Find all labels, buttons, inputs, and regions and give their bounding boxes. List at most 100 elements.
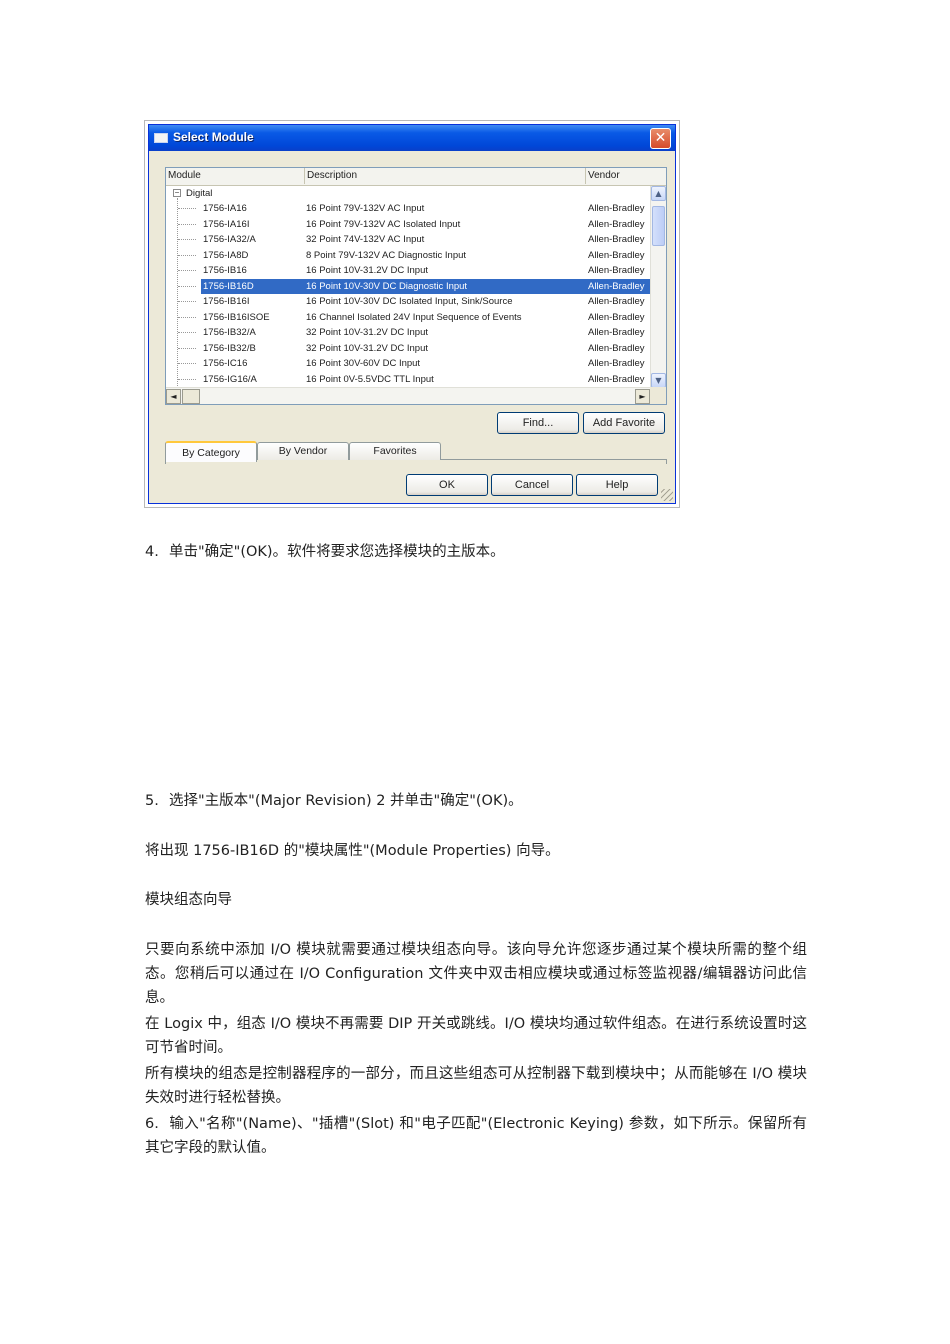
group-label: Digital bbox=[186, 188, 213, 199]
title-bar[interactable]: Select Module ✕ bbox=[149, 125, 675, 151]
module-description: 16 Point 0V-5.5VDC TTL Input bbox=[306, 373, 434, 385]
step-5: 5. 选择"主版本"(Major Revision) 2 并单击"确定"(OK)。 bbox=[145, 789, 807, 813]
module-row[interactable]: 1756-IA16 16 Point 79V-132V AC Input Allen… bbox=[166, 201, 650, 217]
module-name: 1756-IA16 bbox=[203, 203, 247, 214]
module-description: 16 Point 10V-30V DC Diagnostic Input bbox=[306, 280, 468, 292]
module-vendor: Allen-Bradley bbox=[588, 280, 645, 292]
dialog-title: Select Module bbox=[173, 130, 254, 144]
module-row[interactable]: 1756-IB32/A 32 Point 10V-31.2V DC Input Al… bbox=[166, 325, 650, 341]
tree-branch bbox=[178, 316, 196, 318]
module-row[interactable]: 1756-IB16D 16 Point 10V-30V DC Diagnostic… bbox=[166, 278, 650, 295]
find-button[interactable]: Find... bbox=[497, 412, 579, 434]
module-name: 1756-IB16I bbox=[203, 296, 250, 307]
module-description: 16 Point 79V-132V AC Input bbox=[306, 203, 425, 214]
module-vendor: Allen-Bradley bbox=[588, 203, 645, 214]
group-digital[interactable]: − Digital bbox=[166, 186, 650, 201]
module-vendor: Allen-Bradley bbox=[588, 265, 645, 276]
module-name: 1756-IA8D bbox=[203, 249, 249, 261]
collapse-icon[interactable]: − bbox=[173, 189, 181, 197]
screenshot-frame: Select Module ✕ Module Description Vendo… bbox=[144, 120, 680, 508]
module-row[interactable]: 1756-IB16 16 Point 10V-31.2V DC Input Alle… bbox=[166, 263, 650, 279]
module-vendor: Allen-Bradley bbox=[588, 373, 645, 385]
step-6: 6. 输入"名称"(Name)、"插槽"(Slot) 和"电子匹配"(Electr… bbox=[145, 1112, 807, 1160]
tree-branch bbox=[178, 208, 196, 209]
tab-by-category[interactable]: By Category bbox=[165, 441, 257, 462]
module-name: 1756-IG16/A bbox=[203, 373, 257, 385]
module-description: 16 Point 10V-31.2V DC Input bbox=[306, 265, 428, 276]
cancel-button[interactable]: Cancel bbox=[491, 474, 573, 496]
horizontal-scroll-thumb[interactable] bbox=[182, 389, 200, 404]
scroll-corner bbox=[650, 387, 666, 404]
module-list[interactable]: Module Description Vendor − Digital 1756… bbox=[165, 167, 667, 405]
module-vendor: Allen-Bradley bbox=[588, 327, 645, 338]
close-icon[interactable]: ✕ bbox=[650, 128, 671, 149]
step-text: 输入"名称"(Name)、"插槽"(Slot) 和"电子匹配"(Electron… bbox=[145, 1116, 807, 1156]
module-row[interactable]: 1756-IB32/B 32 Point 10V-31.2V DC Input Al… bbox=[166, 341, 650, 357]
step-number: 6. bbox=[145, 1116, 159, 1132]
scroll-thumb[interactable] bbox=[652, 206, 665, 246]
paragraph-2: 在 Logix 中，组态 I/O 模块不再需要 DIP 开关或跳线。I/O 模块… bbox=[145, 1016, 807, 1056]
module-name: 1756-IA32/A bbox=[203, 234, 256, 245]
module-description: 32 Point 74V-132V AC Input bbox=[306, 234, 425, 245]
tree-branch bbox=[178, 270, 196, 271]
tree-branch bbox=[178, 378, 196, 380]
resize-grip-icon[interactable] bbox=[661, 489, 673, 501]
module-name: 1756-IB16D bbox=[203, 280, 254, 292]
module-vendor: Allen-Bradley bbox=[588, 234, 645, 245]
paragraph-1: 只要向系统中添加 I/O 模块就需要通过模块组态向导。该向导允许您逐步通过某个模… bbox=[145, 942, 807, 1006]
list-header: Module Description Vendor bbox=[166, 168, 666, 186]
scroll-down-icon[interactable]: ▼ bbox=[651, 373, 666, 388]
tab-by-vendor[interactable]: By Vendor bbox=[257, 442, 349, 460]
tree-branch bbox=[178, 285, 196, 287]
step-text: 选择"主版本"(Major Revision) 2 并单击"确定"(OK)。 bbox=[169, 793, 523, 809]
module-description: 16 Channel Isolated 24V Input Sequence o… bbox=[306, 311, 522, 323]
module-name: 1756-IA16I bbox=[203, 218, 250, 230]
module-row[interactable]: 1756-IB16ISOE 16 Channel Isolated 24V Inp… bbox=[166, 310, 650, 326]
help-button[interactable]: Help bbox=[576, 474, 658, 496]
column-header-vendor[interactable]: Vendor bbox=[586, 168, 666, 184]
module-name: 1756-IC16 bbox=[203, 358, 248, 369]
ok-button[interactable]: OK bbox=[406, 474, 488, 496]
column-header-module[interactable]: Module bbox=[166, 168, 305, 184]
module-row[interactable]: 1756-IA32/A 32 Point 74V-132V AC Input All… bbox=[166, 232, 650, 248]
list-body: − Digital 1756-IA16 16 Point 79V-132V AC … bbox=[166, 186, 650, 388]
module-vendor: Allen-Bradley bbox=[588, 358, 645, 369]
module-row[interactable]: 1756-IA8D 8 Point 79V-132V AC Diagnostic … bbox=[166, 248, 650, 264]
module-description: 32 Point 10V-31.2V DC Input bbox=[306, 327, 428, 338]
scroll-left-icon[interactable]: ◄ bbox=[166, 389, 181, 404]
module-description: 16 Point 30V-60V DC Input bbox=[306, 358, 421, 369]
vertical-scrollbar[interactable]: ▲ ▼ bbox=[650, 186, 666, 388]
module-name: 1756-IB32/A bbox=[203, 327, 256, 338]
module-row[interactable]: 1756-IC16 16 Point 30V-60V DC Input Allen-… bbox=[166, 356, 650, 372]
column-header-description[interactable]: Description bbox=[305, 168, 586, 184]
wizard-appears-text: 将出现 1756-IB16D 的"模块属性"(Module Properties… bbox=[145, 843, 560, 859]
scroll-right-icon[interactable]: ► bbox=[635, 389, 650, 404]
module-description: 32 Point 10V-31.2V DC Input bbox=[306, 342, 428, 354]
step-number: 4. bbox=[145, 544, 159, 560]
tree-branch bbox=[178, 347, 196, 349]
module-name: 1756-IB32/B bbox=[203, 342, 256, 354]
tree-branch bbox=[178, 254, 196, 256]
module-row[interactable]: 1756-IA16I 16 Point 79V-132V AC Isolated … bbox=[166, 217, 650, 233]
module-vendor: Allen-Bradley bbox=[588, 342, 645, 354]
module-description: 16 Point 79V-132V AC Isolated Input bbox=[306, 218, 461, 230]
module-row[interactable]: 1756-IB16I 16 Point 10V-30V DC Isolated I… bbox=[166, 294, 650, 310]
module-vendor: Allen-Bradley bbox=[588, 311, 645, 323]
module-vendor: Allen-Bradley bbox=[588, 249, 645, 261]
tab-favorites[interactable]: Favorites bbox=[349, 442, 441, 460]
horizontal-scrollbar[interactable]: ◄ ► bbox=[166, 387, 650, 404]
step-4: 4. 单击"确定"(OK)。软件将要求您选择模块的主版本。 bbox=[145, 540, 807, 564]
tree-branch bbox=[178, 332, 196, 333]
module-vendor: Allen-Bradley bbox=[588, 296, 645, 307]
window-icon bbox=[154, 133, 168, 143]
tree-branch bbox=[178, 301, 196, 302]
select-module-dialog: Select Module ✕ Module Description Vendo… bbox=[148, 124, 676, 504]
module-row[interactable]: 1756-IG16/A 16 Point 0V-5.5VDC TTL Input A… bbox=[166, 372, 650, 388]
module-name: 1756-IB16 bbox=[203, 265, 247, 276]
step-number: 5. bbox=[145, 793, 159, 809]
tree-branch bbox=[178, 363, 196, 364]
scroll-up-icon[interactable]: ▲ bbox=[651, 186, 666, 201]
module-description: 16 Point 10V-30V DC Isolated Input, Sink… bbox=[306, 296, 513, 307]
tree-branch bbox=[178, 239, 196, 240]
add-favorite-button[interactable]: Add Favorite bbox=[583, 412, 665, 434]
